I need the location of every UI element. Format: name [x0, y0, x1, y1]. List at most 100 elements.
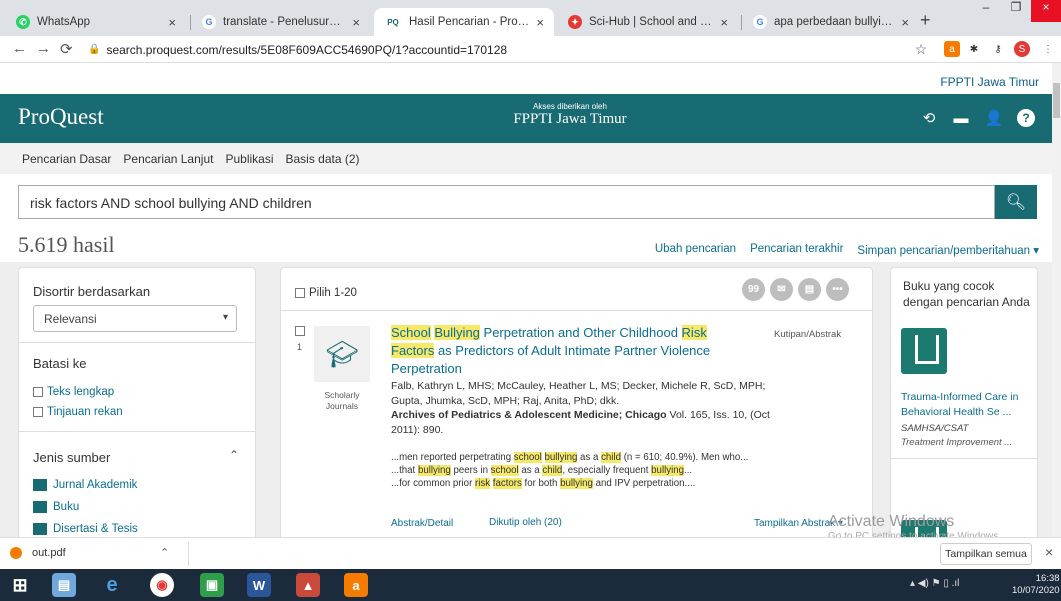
recent-searches-link[interactable]: Pencarian terakhir: [750, 243, 843, 257]
search-row: risk factors AND school bullying AND chi…: [18, 185, 1037, 219]
modify-search-link[interactable]: Ubah pencarian: [655, 243, 736, 257]
result-item: 1 🎓︎ Scholarly Journals School Bullying …: [281, 268, 872, 543]
proquest-icon: PQ: [387, 17, 399, 27]
institution-link[interactable]: FPPTI Jawa Timur: [940, 75, 1039, 89]
books-heading: Buku yang cocok dengan pencarian Anda: [903, 279, 1030, 309]
help-icon[interactable]: ?: [1017, 109, 1035, 127]
book-icon[interactable]: [901, 328, 947, 374]
close-tab-icon[interactable]: ×: [168, 15, 176, 30]
extension-icon[interactable]: a: [944, 41, 960, 57]
source-dissertations[interactable]: Disertasi & Tesis: [33, 523, 138, 535]
new-tab-button[interactable]: +: [920, 10, 931, 31]
windows-start-icon[interactable]: ⊞: [8, 573, 32, 597]
nav-databases[interactable]: Basis data (2): [286, 152, 360, 166]
result-checkbox[interactable]: [295, 326, 305, 336]
search-input[interactable]: risk factors AND school bullying AND chi…: [18, 185, 995, 219]
url-text: search.proquest.com/results/5E08F609ACC5…: [106, 42, 508, 57]
nav-advanced-search[interactable]: Pencarian Lanjut: [123, 152, 213, 166]
forward-arrow-icon[interactable]: →: [36, 40, 51, 57]
lock-icon: 🔒: [88, 44, 101, 55]
source-type: Scholarly Journals: [324, 390, 360, 411]
citation-abstract-label: Kutipan/Abstrak: [774, 329, 842, 340]
internet-explorer-icon[interactable]: e: [100, 573, 124, 597]
book-series: Treatment Improvement ...: [901, 437, 1013, 448]
tab-title: Sci-Hub | School and Family Fac: [589, 16, 714, 28]
search-icon: 🔍︎: [1005, 194, 1027, 211]
close-window-button[interactable]: ×: [1031, 0, 1061, 22]
result-count: 5.619 hasil: [18, 232, 115, 257]
clock[interactable]: 16:38 10/07/2020: [1012, 573, 1060, 597]
book-title[interactable]: Trauma-Informed Care in Behavioral Healt…: [901, 390, 1035, 420]
book-icon: [33, 501, 47, 513]
tab-scihub[interactable]: ✦ Sci-Hub | School and Family Fac ×: [558, 8, 738, 36]
checkbox-label: Teks lengkap: [47, 386, 115, 398]
chevron-up-icon[interactable]: ⌃: [160, 546, 169, 559]
document-icon: [33, 523, 47, 535]
nav-publications[interactable]: Publikasi: [225, 152, 273, 166]
result-index: 1: [297, 342, 303, 352]
proquest-logo[interactable]: ProQuest: [18, 104, 104, 130]
history-icon[interactable]: ⟲: [920, 109, 938, 127]
tab-google-translate[interactable]: G translate - Penelusuran Google ×: [192, 8, 370, 36]
minimize-button[interactable]: –: [971, 0, 1001, 22]
checkbox-label: Tinjauan rekan: [47, 406, 123, 418]
extension-app-icon[interactable]: a: [344, 573, 368, 597]
system-tray-icons[interactable]: ▴ ◀) ⚑ ▯ .ıl: [910, 578, 959, 589]
abstract-detail-link[interactable]: Abstrak/Detail: [391, 518, 453, 529]
close-tab-icon[interactable]: ×: [352, 15, 360, 30]
file-explorer-icon[interactable]: ▤: [52, 573, 76, 597]
reload-icon[interactable]: ⟳: [60, 40, 73, 58]
save-search-link[interactable]: Simpan pencarian/pemberitahuan ▾: [857, 243, 1039, 257]
checkbox-full-text[interactable]: Teks lengkap: [33, 386, 114, 398]
source-scholarly-journals[interactable]: Jurnal Akademik: [33, 479, 137, 491]
back-arrow-icon[interactable]: ←: [12, 40, 27, 57]
pdf-file-icon: [10, 547, 22, 559]
show-all-downloads-button[interactable]: Tampilkan semua: [940, 543, 1032, 565]
cited-by-link[interactable]: Dikutip oleh (20): [489, 517, 562, 528]
app-icon[interactable]: ▲: [296, 573, 320, 597]
sort-select[interactable]: Relevansi ▾: [33, 305, 237, 332]
tab-google-search[interactable]: G apa perbedaan bullying dengan ×: [743, 8, 919, 36]
download-bar: out.pdf ⌃ Tampilkan semua ×: [0, 537, 1061, 569]
user-icon[interactable]: 👤: [985, 109, 1004, 127]
result-snippet: ...men reported perpetrating school bull…: [391, 452, 749, 489]
nav-basic-search[interactable]: Pencarian Dasar: [22, 152, 111, 166]
search-button[interactable]: 🔍︎: [995, 185, 1037, 219]
word-icon[interactable]: W: [247, 573, 271, 597]
proquest-header: ProQuest Akses diberikan oleh FPPTI Jawa…: [0, 94, 1052, 143]
filter-panel: Disortir berdasarkan Relevansi ▾ Batasi …: [18, 267, 256, 542]
close-tab-icon[interactable]: ×: [901, 15, 909, 30]
search-links: Ubah pencarian Pencarian terakhir Simpan…: [655, 243, 1039, 257]
source-books[interactable]: Buku: [33, 501, 79, 513]
tab-whatsapp[interactable]: ✆ WhatsApp ×: [6, 8, 186, 36]
close-tab-icon[interactable]: ×: [536, 15, 544, 30]
browser-tab-strip: ✆ WhatsApp × G translate - Penelusuran G…: [0, 0, 1061, 36]
matching-books-panel: Buku yang cocok dengan pencarian Anda Tr…: [890, 267, 1038, 566]
checkbox-peer-reviewed[interactable]: Tinjauan rekan: [33, 406, 123, 418]
menu-dots-icon[interactable]: ⋮: [1040, 41, 1056, 57]
close-download-bar-icon[interactable]: ×: [1045, 544, 1053, 560]
close-tab-icon[interactable]: ×: [720, 15, 728, 30]
maximize-button[interactable]: ❐: [1001, 0, 1031, 22]
key-icon[interactable]: ⚷: [990, 41, 1006, 57]
puzzle-icon[interactable]: ✱: [966, 41, 982, 57]
chrome-icon[interactable]: ◉: [150, 573, 174, 597]
chevron-up-icon[interactable]: ⌃: [229, 448, 239, 462]
bookmark-star-icon[interactable]: ☆: [913, 41, 929, 57]
tab-title: translate - Penelusuran Google: [223, 16, 346, 28]
journal-name[interactable]: Archives of Pediatrics & Adolescent Medi…: [391, 409, 667, 421]
profile-avatar[interactable]: S: [1014, 41, 1030, 57]
store-icon[interactable]: ▣: [200, 573, 224, 597]
windows-taskbar: ⊞ ▤ e ◉ ▣ W ▲ a ▴ ◀) ⚑ ▯ .ıl 16:38 10/07/…: [0, 569, 1061, 601]
access-provider: Akses diberikan oleh FPPTI Jawa Timur: [450, 102, 690, 128]
page-scrollbar[interactable]: [1052, 63, 1061, 537]
window-controls: – ❐ ×: [971, 0, 1061, 22]
result-authors: Falb, Kathryn L, MHS; McCauley, Heather …: [391, 379, 771, 437]
url-field[interactable]: 🔒 search.proquest.com/results/5E08F609AC…: [88, 39, 908, 60]
author-list: Falb, Kathryn L, MHS; McCauley, Heather …: [391, 380, 766, 407]
folder-icon[interactable]: ▬: [952, 109, 970, 127]
result-title[interactable]: School Bullying Perpetration and Other C…: [391, 324, 731, 378]
tab-title: Hasil Pencarian - ProQuest: [409, 16, 530, 28]
download-filename[interactable]: out.pdf: [32, 547, 66, 559]
tab-proquest[interactable]: PQ Hasil Pencarian - ProQuest ×: [374, 8, 554, 36]
